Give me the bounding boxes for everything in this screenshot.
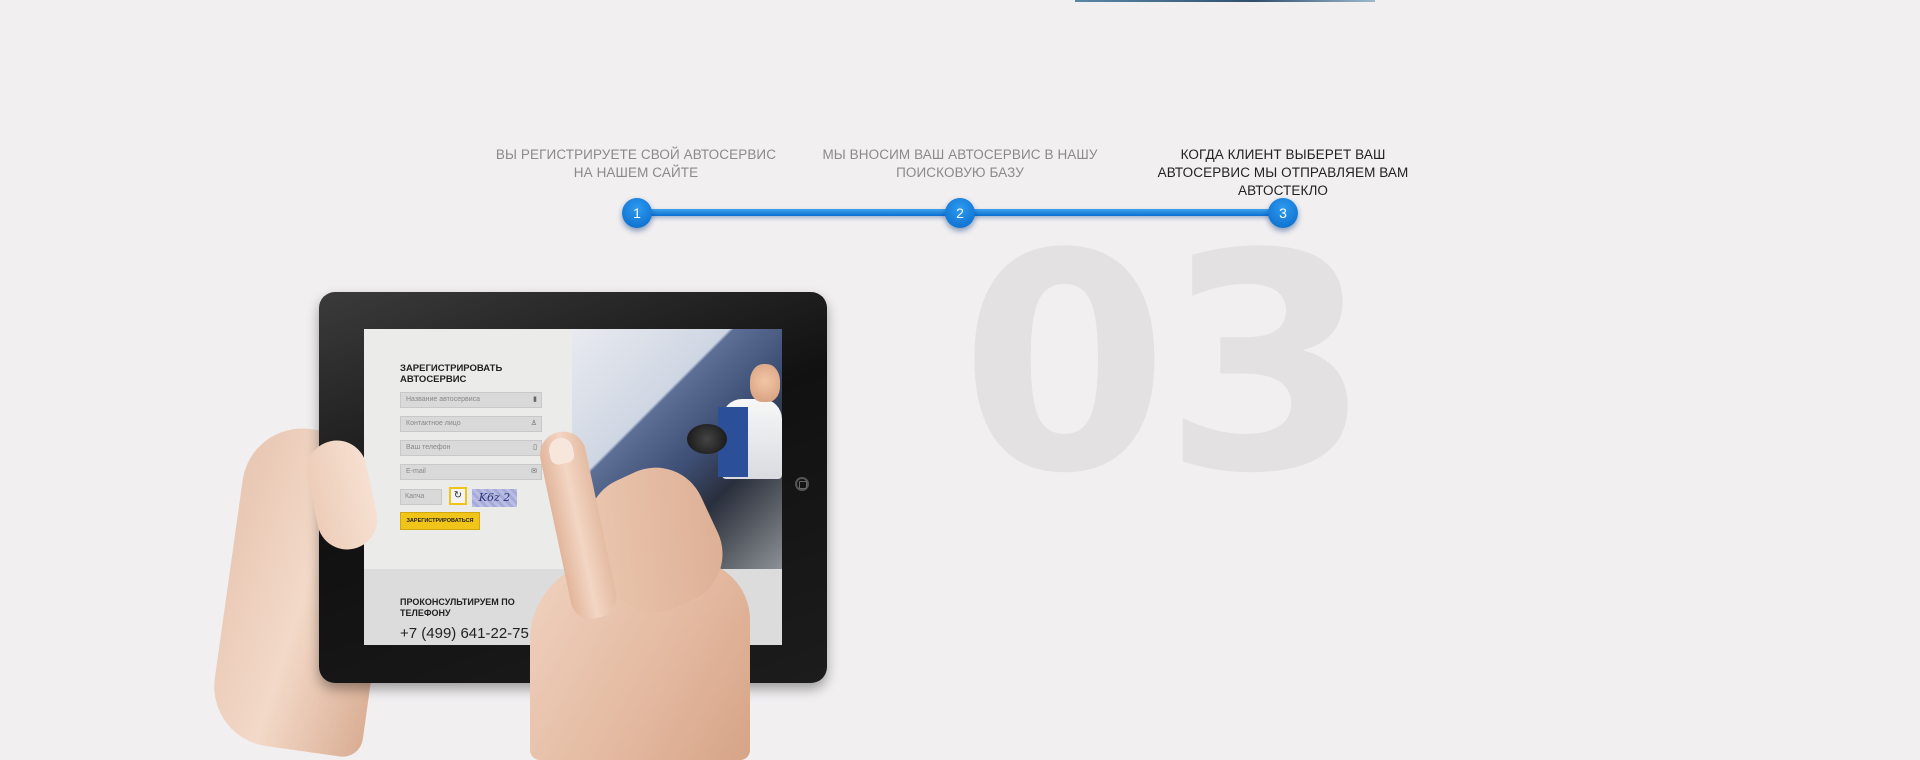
tablet-home-button xyxy=(795,477,809,491)
refresh-icon[interactable]: ↻ xyxy=(449,487,467,505)
phone-field[interactable]: Ваш телефон ▯ xyxy=(400,440,542,456)
service-name-field[interactable]: Название автосервиса ▮ xyxy=(400,392,542,408)
phone-icon: ▯ xyxy=(533,444,537,451)
step-dot-1[interactable]: 1 xyxy=(622,198,652,228)
building-icon: ▮ xyxy=(533,396,537,403)
user-icon: ♙ xyxy=(530,420,537,427)
register-button[interactable]: ЗАРЕГИСТРИРОВАТЬСЯ xyxy=(400,512,480,530)
field-placeholder: Контактное лицо xyxy=(406,420,461,427)
field-placeholder: Название автосервиса xyxy=(406,396,481,403)
top-image-edge xyxy=(1075,0,1375,2)
contact-person-field[interactable]: Контактное лицо ♙ xyxy=(400,416,542,432)
form-title: ЗАРЕГИСТРИРОВАТЬ АВТОСЕРВИС xyxy=(400,363,503,385)
step-big-number: 03 xyxy=(960,190,1371,539)
captcha-image: K6z 2 xyxy=(472,489,517,507)
photo-suction-cup xyxy=(687,424,727,454)
step-2-text: МЫ ВНОСИМ ВАШ АВТОСЕРВИС В НАШУ ПОИСКОВУ… xyxy=(822,147,1098,180)
field-placeholder: E-mail xyxy=(406,468,426,475)
mail-icon: ✉ xyxy=(531,468,537,475)
photo-worker-head xyxy=(750,364,780,402)
captcha-input[interactable]: Капча xyxy=(400,489,442,505)
consult-phone[interactable]: +7 (499) 641-22-75 xyxy=(400,625,529,642)
field-placeholder: Ваш телефон xyxy=(406,444,451,451)
step-1-text: ВЫ РЕГИСТРИРУЕТЕ СВОЙ АВТОСЕРВИС НА НАШЕ… xyxy=(495,147,777,180)
finger-nail xyxy=(546,435,576,467)
email-field[interactable]: E-mail ✉ xyxy=(400,464,542,480)
consult-title: ПРОКОНСУЛЬТИРУЕМ ПО ТЕЛЕФОНУ xyxy=(400,597,515,618)
